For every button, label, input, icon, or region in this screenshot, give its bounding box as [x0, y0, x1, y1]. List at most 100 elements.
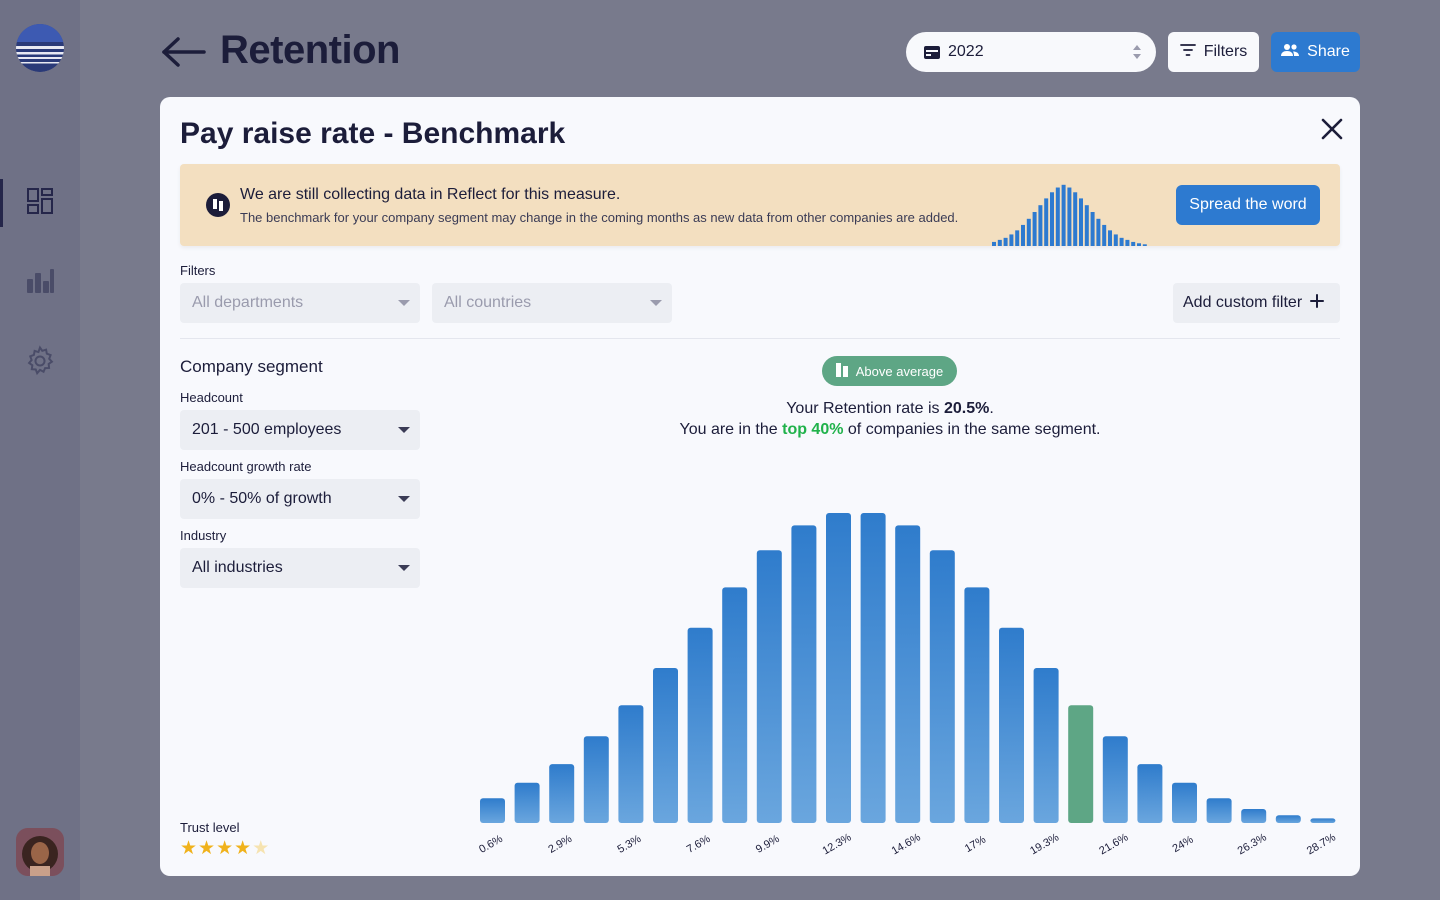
mini-chart-bar: [1026, 218, 1031, 246]
chart-tick-label: 26.3%: [1236, 831, 1269, 857]
spread-the-word-button[interactable]: Spread the word: [1176, 185, 1320, 225]
calendar-icon: [924, 45, 940, 59]
rank-prefix: You are in the: [679, 421, 783, 438]
chart-bar[interactable]: [1102, 736, 1128, 823]
rate-value: 20.5%: [943, 400, 990, 417]
chart-bar[interactable]: [1033, 668, 1059, 823]
mini-chart-bar: [1055, 187, 1060, 246]
headcount-label: Headcount: [180, 390, 243, 405]
chart-bar[interactable]: [1172, 782, 1197, 823]
chart-bar[interactable]: [583, 736, 609, 823]
badge-label: Above average: [855, 363, 944, 379]
star-filled-icon: ★: [216, 837, 234, 859]
rate-prefix: Your Retention rate is: [786, 400, 944, 417]
mini-chart-bar: [1079, 198, 1083, 246]
chart-bar[interactable]: [1241, 809, 1267, 823]
banner-subtitle: The benchmark for your company segment m…: [240, 210, 959, 225]
chart-tick-label: 5.3%: [616, 833, 644, 856]
chart-tick-label: 17%: [963, 834, 988, 856]
chart-bar[interactable]: [618, 705, 644, 823]
bar-chart-icon: [26, 267, 54, 300]
chart-bar-highlight[interactable]: [1068, 705, 1094, 823]
countries-select-value: All countries: [444, 294, 532, 311]
add-custom-filter-button[interactable]: Add custom filter: [1173, 283, 1340, 323]
back-arrow-icon[interactable]: [160, 34, 208, 70]
growth-select[interactable]: 0% - 50% of growth: [180, 479, 420, 519]
year-value: 2022: [948, 43, 984, 60]
growth-select-value: 0% - 50% of growth: [192, 490, 332, 507]
chart-bar[interactable]: [1310, 818, 1336, 823]
trust-level-label: Trust level: [180, 820, 240, 835]
rank-text: You are in the top 40% of companies in t…: [460, 421, 1320, 439]
logo[interactable]: [16, 24, 64, 72]
mini-chart-bar: [1108, 230, 1112, 246]
chart-bar[interactable]: [722, 587, 748, 823]
mini-chart-bar: [1131, 241, 1136, 246]
chart-bar[interactable]: [653, 668, 678, 823]
gear-icon: [23, 344, 57, 383]
chart-bar[interactable]: [687, 627, 713, 823]
mini-chart-bar: [1142, 244, 1147, 246]
avatar[interactable]: [16, 828, 64, 876]
year-select[interactable]: 2022: [906, 32, 1156, 72]
mini-chart-bar: [1050, 192, 1054, 246]
chart-bar[interactable]: [1137, 764, 1163, 823]
chevron-down-icon: [398, 427, 410, 433]
countries-select[interactable]: All countries: [432, 283, 672, 323]
info-icon: [206, 193, 230, 217]
mini-chart-bar: [1003, 237, 1008, 246]
rate-suffix: .: [989, 400, 994, 417]
share-button-label: Share: [1307, 43, 1350, 60]
headcount-select[interactable]: 201 - 500 employees: [180, 410, 420, 450]
chart-tick-label: 14.6%: [890, 831, 923, 857]
sidebar-item-settings[interactable]: [0, 339, 80, 387]
mini-chart-bar: [1032, 212, 1037, 246]
segment-title: Company segment: [180, 357, 323, 376]
benchmark-chart: 0.6% 2.9% 5.3% 7.6% 9.9% 12.3% 14.6% 17% 19.3% 21…: [477, 513, 1338, 857]
chart-bar[interactable]: [964, 587, 990, 823]
mini-chart-bar: [1015, 230, 1020, 246]
chart-tick-label: 21.6%: [1097, 831, 1130, 857]
mini-chart-bar: [1119, 237, 1124, 246]
rank-highlight: top 40%: [782, 421, 844, 438]
chart-bar[interactable]: [480, 798, 505, 823]
filters-button-label: Filters: [1203, 43, 1248, 60]
mini-chart-bar: [1090, 212, 1095, 246]
mini-chart-bar: [1009, 234, 1014, 246]
close-icon[interactable]: [1320, 117, 1344, 141]
mini-chart-bar: [1021, 224, 1025, 246]
chart-bar[interactable]: [929, 550, 955, 823]
chart-bar[interactable]: [826, 513, 851, 823]
sidebar-item-analytics[interactable]: [0, 259, 80, 307]
chart-bar[interactable]: [549, 764, 575, 823]
chart-bar[interactable]: [1206, 798, 1232, 823]
departments-select[interactable]: All departments: [180, 283, 420, 323]
chart-tick-label: 9.9%: [754, 833, 782, 856]
page-title: Retention: [220, 28, 400, 72]
headcount-select-value: 201 - 500 employees: [192, 421, 342, 438]
chart-tick-label: 19.3%: [1028, 831, 1061, 857]
chart-bar[interactable]: [999, 627, 1024, 823]
chart-bar[interactable]: [756, 550, 782, 823]
departments-select-value: All departments: [192, 294, 304, 311]
mini-chart-bar: [1084, 205, 1089, 246]
chart-bar[interactable]: [514, 782, 540, 823]
industry-label: Industry: [180, 528, 227, 543]
chart-bar[interactable]: [860, 513, 886, 823]
chart-bar[interactable]: [1275, 815, 1301, 823]
mini-chart-bar: [1038, 205, 1043, 246]
modal-title: Pay raise rate - Benchmark: [180, 117, 566, 150]
users-icon: [1281, 43, 1300, 62]
filters-button[interactable]: Filters: [1168, 32, 1259, 72]
chart-bar[interactable]: [895, 525, 921, 823]
mini-chart-bar: [1073, 192, 1078, 246]
sidebar-item-dashboard[interactable]: [0, 179, 80, 227]
chart-tick-label: 24%: [1170, 834, 1195, 856]
chevron-down-icon: [398, 300, 410, 306]
mini-chart-bar: [992, 241, 996, 246]
share-button[interactable]: Share: [1271, 32, 1360, 72]
rank-suffix: of companies in the same segment.: [843, 421, 1101, 438]
mini-chart-bar: [1137, 243, 1141, 246]
chart-bar[interactable]: [791, 525, 817, 823]
industry-select[interactable]: All industries: [180, 548, 420, 588]
